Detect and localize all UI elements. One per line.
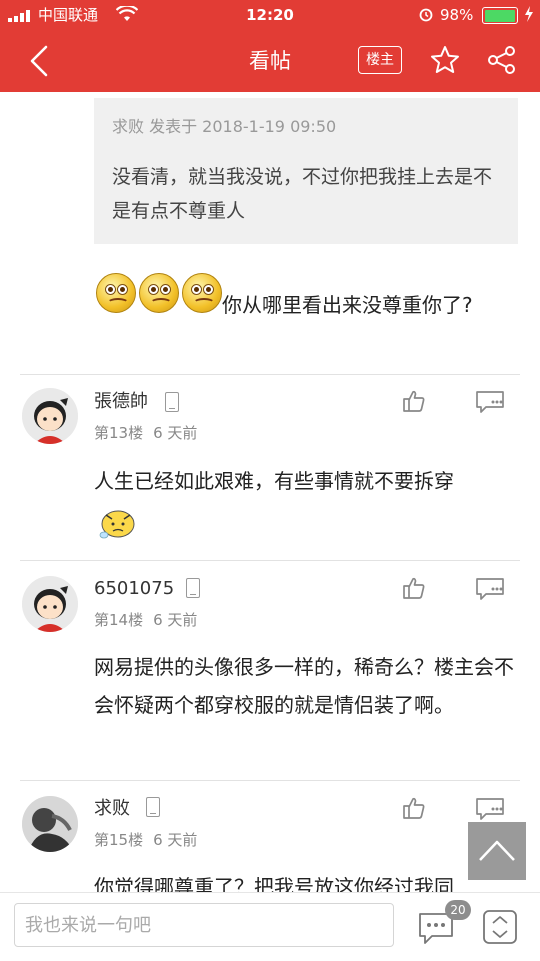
comment-count-badge: 20 [445,900,471,920]
username[interactable]: 6501075 [94,577,174,601]
louzhu-button[interactable]: 楼主 [358,46,402,74]
alarm-icon [419,8,433,22]
avatar[interactable] [22,576,78,632]
reply-icon[interactable] [474,575,506,601]
reply-text: 你从哪里看出来没尊重你了? [222,293,473,317]
comment-input[interactable]: 我也来说一句吧 [14,903,394,947]
username[interactable]: 張德帥 [94,390,148,414]
bottom-bar: 我也来说一句吧 20 [0,892,540,961]
divider [20,780,520,781]
floor-number: 第13楼 [94,424,144,442]
username[interactable]: 求败 [94,797,130,821]
scroll-toggle-icon[interactable] [482,909,518,945]
divider [20,560,520,561]
battery-icon [482,7,518,24]
post-meta: 第15楼 6 天前 [94,830,207,850]
floor-number: 第14楼 [94,611,144,629]
floor-number: 第15楼 [94,831,144,849]
reply-icon[interactable] [474,388,506,414]
cartoon-avatar-icon [22,388,78,444]
mobile-icon [146,797,160,817]
post-time: 6 天前 [153,424,198,442]
post-meta: 第14楼 6 天前 [94,610,207,630]
divider [20,374,520,375]
like-icon[interactable] [401,795,427,821]
mobile-icon [186,578,200,598]
comment-text: 网易提供的头像很多一样的，稀奇么？楼主会不会怀疑两个都穿校服的就是情侣装了啊。 [94,655,514,717]
quote-text: 没看清，就当我没说，不过你把我挂上去是不是有点不尊重人 [112,166,493,222]
star-icon[interactable] [429,44,461,76]
cartoon-avatar-icon [22,576,78,632]
reply-icon[interactable] [474,795,506,821]
scroll-top-button[interactable] [468,822,526,880]
battery-percent: 98% [440,6,474,24]
share-icon[interactable] [486,44,518,76]
post-time: 6 天前 [153,831,198,849]
top-bar: 中国联通 12:20 98% 看帖 楼主 [0,0,540,92]
like-icon[interactable] [401,575,427,601]
like-icon[interactable] [401,388,427,414]
avatar[interactable] [22,388,78,444]
post-time: 6 天前 [153,611,198,629]
sweating-emoji-icon [99,510,135,539]
avatar[interactable] [22,796,78,852]
scroll-top-icon [479,840,515,861]
charging-icon [525,6,533,22]
mobile-icon [165,392,179,412]
photo-avatar-icon [22,796,78,852]
quote-meta: 求败 发表于 2018-1-19 09:50 [112,117,337,136]
post-meta: 第13楼 6 天前 [94,423,207,443]
comment-text: 人生已经如此艰难，有些事情就不要拆穿 [94,469,454,493]
